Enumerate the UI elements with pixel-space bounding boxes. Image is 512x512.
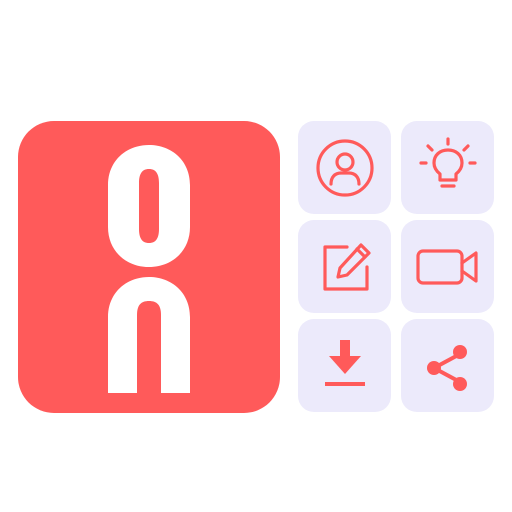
profile-button[interactable] bbox=[298, 121, 391, 214]
icon-showcase bbox=[0, 0, 512, 512]
video-button[interactable] bbox=[401, 220, 494, 313]
action-grid bbox=[298, 121, 494, 413]
app-icon-tile[interactable] bbox=[18, 121, 280, 413]
idea-button[interactable] bbox=[401, 121, 494, 214]
edit-button[interactable] bbox=[298, 220, 391, 313]
download-button[interactable] bbox=[298, 319, 391, 412]
video-camera-icon bbox=[415, 248, 478, 285]
share-button[interactable] bbox=[401, 319, 494, 412]
lightbulb-icon bbox=[418, 136, 477, 188]
share-icon bbox=[426, 344, 467, 391]
download-icon bbox=[324, 339, 365, 386]
on-logo-icon bbox=[18, 121, 280, 413]
user-profile-icon bbox=[315, 138, 374, 197]
edit-note-icon bbox=[322, 242, 371, 291]
